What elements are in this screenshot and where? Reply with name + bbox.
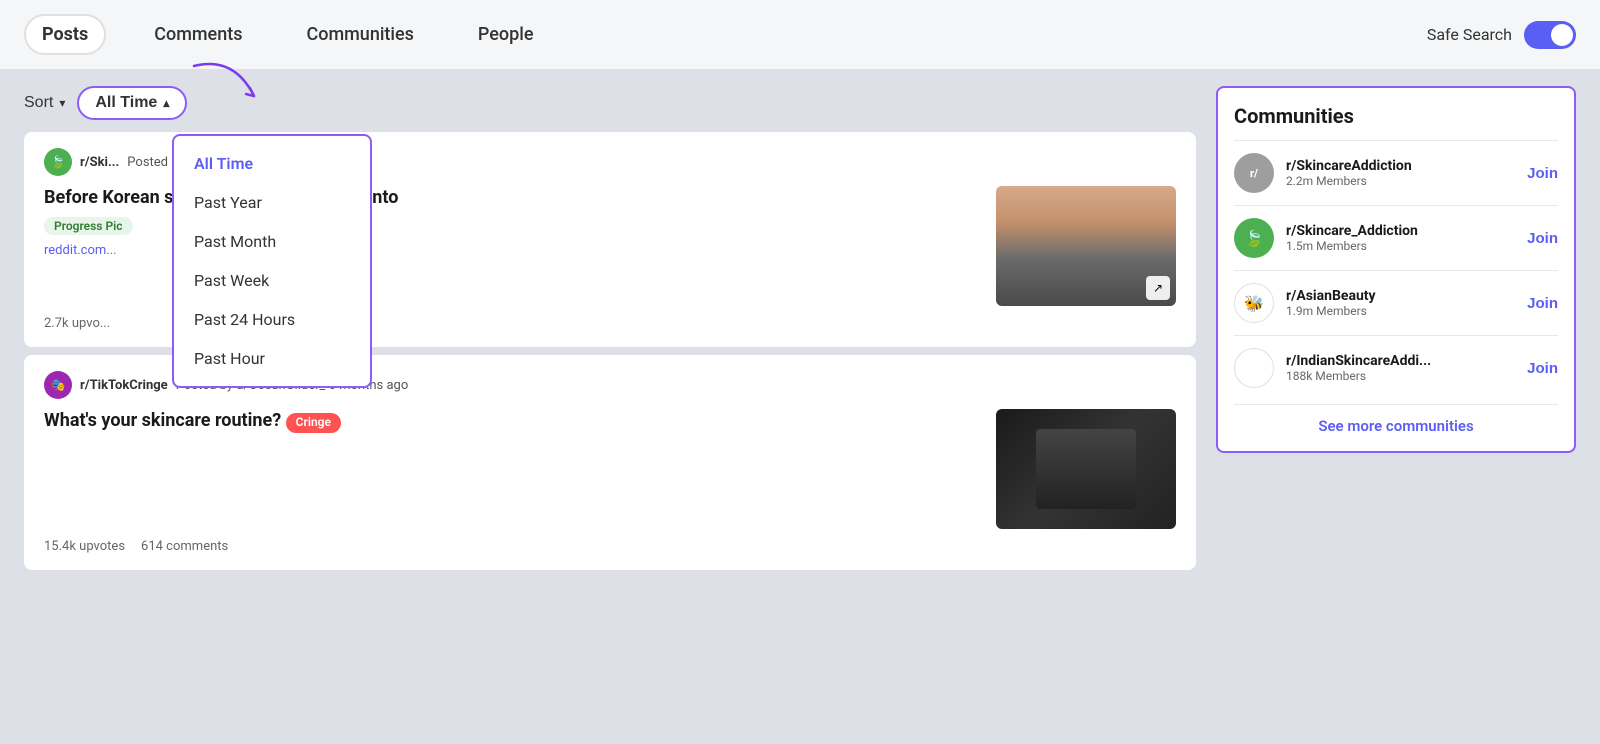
time-dropdown: All Time Past Year Past Month Past Week … [172,134,372,388]
dropdown-item-past-month[interactable]: Past Month [174,222,370,261]
upvotes-count: 2.7k upvo... [44,316,110,331]
subreddit-icon: 🍃 [44,148,72,176]
safe-search-label: Safe Search [1427,25,1512,44]
tab-comments[interactable]: Comments [138,16,258,53]
subreddit-name[interactable]: r/Ski... [80,155,119,170]
community-members: 1.5m Members [1286,239,1515,253]
sort-chevron-icon: ▾ [59,96,65,110]
community-item: r/ r/SkincareAddiction 2.2m Members Join [1234,140,1558,205]
community-info: r/Skincare_Addiction 1.5m Members [1286,223,1515,253]
community-info: r/SkincareAddiction 2.2m Members [1286,158,1515,188]
community-members: 2.2m Members [1286,174,1515,188]
sidebar: Communities r/ r/SkincareAddiction 2.2m … [1216,86,1576,578]
post-title-text: What's your skincare routine? [44,410,281,431]
time-filter-button[interactable]: All Time ▴ [77,86,187,120]
community-icon: r/ [1234,153,1274,193]
dropdown-item-past-year[interactable]: Past Year [174,183,370,222]
communities-box: Communities r/ r/SkincareAddiction 2.2m … [1216,86,1576,453]
post-title: What's your skincare routine? Cringe [44,409,980,437]
post-content-row: What's your skincare routine? Cringe [44,409,1176,529]
community-info: r/AsianBeauty 1.9m Members [1286,288,1515,318]
subreddit-icon: 🎭 [44,371,72,399]
join-button[interactable]: Join [1527,360,1558,377]
see-more-communities-link[interactable]: See more communities [1234,404,1558,435]
community-item: 🐝 r/AsianBeauty 1.9m Members Join [1234,270,1558,335]
community-name: r/AsianBeauty [1286,288,1515,304]
community-icon: 🍃 [1234,218,1274,258]
time-filter-label: All Time [95,94,157,112]
left-content: Sort ▾ All Time ▴ All Time Past Year Pas… [24,86,1196,578]
post-thumbnail: ↗ [996,186,1176,306]
dropdown-item-past-hour[interactable]: Past Hour [174,339,370,378]
communities-title: Communities [1234,104,1558,128]
community-members: 188k Members [1286,369,1515,383]
time-chevron-icon: ▴ [163,96,169,110]
curved-arrow-decoration [184,56,264,106]
community-icon: 🐝 [1234,283,1274,323]
community-name: r/SkincareAddiction [1286,158,1515,174]
community-icon: ⚛ [1234,348,1274,388]
subreddit-name[interactable]: r/TikTokCringe [80,378,168,393]
community-members: 1.9m Members [1286,304,1515,318]
post-tag: Progress Pic [44,217,133,235]
tab-posts[interactable]: Posts [24,14,106,55]
dropdown-item-past-week[interactable]: Past Week [174,261,370,300]
dropdown-item-past-24-hours[interactable]: Past 24 Hours [174,300,370,339]
sort-label: Sort [24,94,53,112]
join-button[interactable]: Join [1527,295,1558,312]
join-button[interactable]: Join [1527,230,1558,247]
upvotes-count: 15.4k upvotes [44,539,125,554]
post-text: What's your skincare routine? Cringe [44,409,980,443]
community-name: r/Skincare_Addiction [1286,223,1515,239]
post-thumbnail [996,409,1176,529]
external-link-icon[interactable]: ↗ [1146,276,1170,300]
join-button[interactable]: Join [1527,165,1558,182]
safe-search-toggle[interactable] [1524,21,1576,49]
main-layout: Sort ▾ All Time ▴ All Time Past Year Pas… [0,70,1600,594]
tab-people[interactable]: People [462,16,550,53]
post-footer: 15.4k upvotes 614 comments [44,539,1176,554]
community-name: r/IndianSkincareAddi... [1286,353,1515,369]
post-tag-cringe: Cringe [286,413,341,433]
sort-button[interactable]: Sort ▾ [24,94,65,112]
sort-bar: Sort ▾ All Time ▴ All Time Past Year Pas… [24,86,1196,120]
community-info: r/IndianSkincareAddi... 188k Members [1286,353,1515,383]
post-link[interactable]: reddit.com... [44,243,117,258]
community-item: 🍃 r/Skincare_Addiction 1.5m Members Join [1234,205,1558,270]
dropdown-item-all-time[interactable]: All Time [174,144,370,183]
tab-communities[interactable]: Communities [290,16,429,53]
community-item: ⚛ r/IndianSkincareAddi... 188k Members J… [1234,335,1558,400]
comments-count: 614 comments [141,539,228,554]
safe-search-area: Safe Search [1427,21,1576,49]
